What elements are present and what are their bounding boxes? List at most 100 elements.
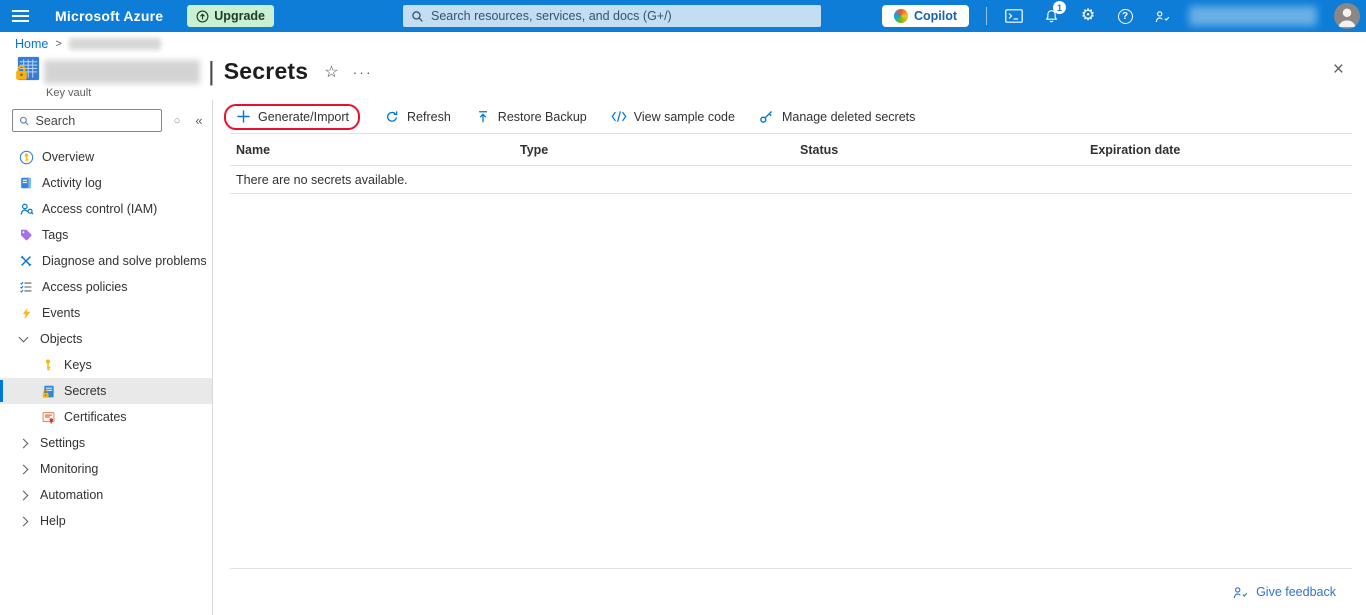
- azure-brand[interactable]: Microsoft Azure: [55, 8, 163, 24]
- sidebar-item-label: Keys: [64, 358, 92, 372]
- events-icon: [18, 305, 34, 321]
- help-icon[interactable]: ?: [1115, 5, 1135, 27]
- main-content: Generate/Import Refresh Restore Backup View…: [213, 100, 1366, 615]
- sidebar-item-label: Automation: [40, 488, 104, 502]
- upgrade-arrow-icon: [196, 10, 209, 22]
- topbar-right-cluster: Copilot 1 ⚙ ?: [881, 0, 1360, 32]
- sidebar-nav: Overview Activity log Access control (IAM)…: [0, 144, 212, 534]
- redacted-account-name: [1189, 6, 1317, 26]
- sidebar: ○ « Overview Activity log Access control (…: [0, 100, 213, 615]
- annotation-highlight-box: Generate/Import: [224, 103, 361, 130]
- sidebar-item-label: Monitoring: [40, 462, 99, 476]
- redacted-breadcrumb-item[interactable]: [68, 38, 161, 50]
- sidebar-mini-icon[interactable]: ○: [170, 115, 184, 127]
- page-title: Secrets: [223, 58, 309, 84]
- resource-type-label: Key vault: [46, 87, 92, 99]
- cloud-shell-icon[interactable]: [1004, 5, 1024, 27]
- sidebar-item-label: Activity log: [42, 176, 102, 190]
- empty-table-message: There are no secrets available.: [236, 172, 408, 187]
- sidebar-item-label: Overview: [42, 150, 95, 164]
- sidebar-search[interactable]: [12, 109, 162, 132]
- toolbar-button-label: Refresh: [407, 109, 451, 124]
- sidebar-item-objects[interactable]: Objects: [0, 326, 212, 352]
- notification-badge: 1: [1053, 1, 1066, 14]
- feedback-icon[interactable]: [1152, 5, 1172, 27]
- close-icon[interactable]: ×: [1333, 60, 1344, 79]
- sidebar-item-events[interactable]: Events: [0, 300, 212, 326]
- secrets-icon: [40, 383, 56, 399]
- toolbar-button-manage-deleted-secrets[interactable]: Manage deleted secrets: [759, 109, 915, 125]
- sidebar-item-keys[interactable]: Keys: [0, 352, 212, 378]
- certificates-icon: [40, 409, 56, 425]
- column-header-type[interactable]: Type: [520, 143, 800, 157]
- command-bar: Generate/Import Refresh Restore Backup View…: [224, 100, 1352, 133]
- search-icon: [412, 10, 423, 22]
- copilot-logo-icon: [893, 9, 908, 23]
- sidebar-item-label: Objects: [40, 332, 83, 346]
- title-separator: |: [208, 56, 215, 86]
- sidebar-item-help[interactable]: Help: [0, 508, 212, 534]
- more-options-icon[interactable]: ···: [353, 64, 373, 80]
- settings-gear-icon[interactable]: ⚙: [1078, 5, 1098, 27]
- footer: Give feedback: [230, 569, 1352, 615]
- chevron-down-icon: [18, 332, 29, 343]
- sidebar-item-access-control-iam[interactable]: Access control (IAM): [0, 196, 212, 222]
- restore-backup-icon: [475, 109, 491, 125]
- column-header-expiration-date[interactable]: Expiration date: [1090, 143, 1352, 157]
- sidebar-item-label: Access control (IAM): [42, 202, 158, 216]
- activity-log-icon: [18, 175, 34, 191]
- chevron-right-icon: [18, 490, 29, 500]
- breadcrumb-home-link[interactable]: Home: [15, 37, 48, 51]
- toolbar-button-view-sample-code[interactable]: View sample code: [611, 109, 735, 125]
- sidebar-item-label: Certificates: [64, 410, 127, 424]
- sidebar-item-monitoring[interactable]: Monitoring: [0, 456, 212, 482]
- toolbar-button-refresh[interactable]: Refresh: [384, 109, 451, 125]
- account-avatar[interactable]: [1334, 3, 1360, 29]
- upgrade-button[interactable]: Upgrade: [187, 5, 274, 27]
- global-search[interactable]: [403, 5, 821, 27]
- sidebar-item-overview[interactable]: Overview: [0, 144, 212, 170]
- breadcrumb-separator: >: [55, 38, 62, 50]
- search-icon: [19, 116, 29, 125]
- chevron-right-icon: [18, 464, 29, 474]
- tags-icon: [18, 227, 34, 243]
- sidebar-item-label: Access policies: [42, 280, 128, 294]
- column-header-status[interactable]: Status: [800, 143, 1090, 157]
- copilot-button[interactable]: Copilot: [881, 5, 969, 27]
- sidebar-item-automation[interactable]: Automation: [0, 482, 212, 508]
- sidebar-collapse-icon[interactable]: «: [192, 113, 206, 128]
- favorite-star-icon[interactable]: ☆: [324, 62, 338, 82]
- sidebar-item-settings[interactable]: Settings: [0, 430, 212, 456]
- sidebar-item-label: Events: [42, 306, 81, 320]
- sidebar-item-secrets[interactable]: Secrets: [0, 378, 212, 404]
- upgrade-label: Upgrade: [214, 9, 265, 23]
- toolbar-button-generate-import[interactable]: Generate/Import: [235, 109, 349, 125]
- chevron-right-icon: [18, 516, 29, 526]
- column-header-name[interactable]: Name: [236, 143, 520, 157]
- toolbar-button-restore-backup[interactable]: Restore Backup: [475, 109, 587, 125]
- overview-icon: [18, 149, 34, 165]
- hamburger-menu-icon[interactable]: [12, 10, 29, 22]
- sidebar-item-certificates[interactable]: Certificates: [0, 404, 212, 430]
- diagnose-icon: [18, 253, 34, 269]
- sidebar-search-input[interactable]: [35, 113, 155, 128]
- sidebar-item-tags[interactable]: Tags: [0, 222, 212, 248]
- toolbar-button-label: Manage deleted secrets: [781, 109, 916, 124]
- code-icon: [611, 109, 627, 125]
- sidebar-item-label: Secrets: [64, 384, 107, 398]
- give-feedback-icon: [1233, 586, 1248, 598]
- toolbar-button-label: View sample code: [633, 109, 735, 124]
- global-search-input[interactable]: [431, 9, 813, 23]
- copilot-label: Copilot: [913, 9, 957, 23]
- notifications-bell-icon[interactable]: 1: [1041, 1, 1066, 27]
- give-feedback-link[interactable]: Give feedback: [1256, 585, 1336, 599]
- topbar-divider: [986, 7, 987, 25]
- toolbar-button-label: Restore Backup: [497, 109, 587, 124]
- sidebar-item-label: Diagnose and solve problems: [42, 254, 207, 268]
- refresh-icon: [384, 109, 400, 125]
- sidebar-item-diagnose-and-solve-problems[interactable]: Diagnose and solve problems: [0, 248, 212, 274]
- sidebar-item-access-policies[interactable]: Access policies: [0, 274, 212, 300]
- sidebar-item-label: Help: [40, 514, 66, 528]
- page-header: Key vault | Secrets ☆ ··· ×: [0, 52, 1366, 100]
- sidebar-item-activity-log[interactable]: Activity log: [0, 170, 212, 196]
